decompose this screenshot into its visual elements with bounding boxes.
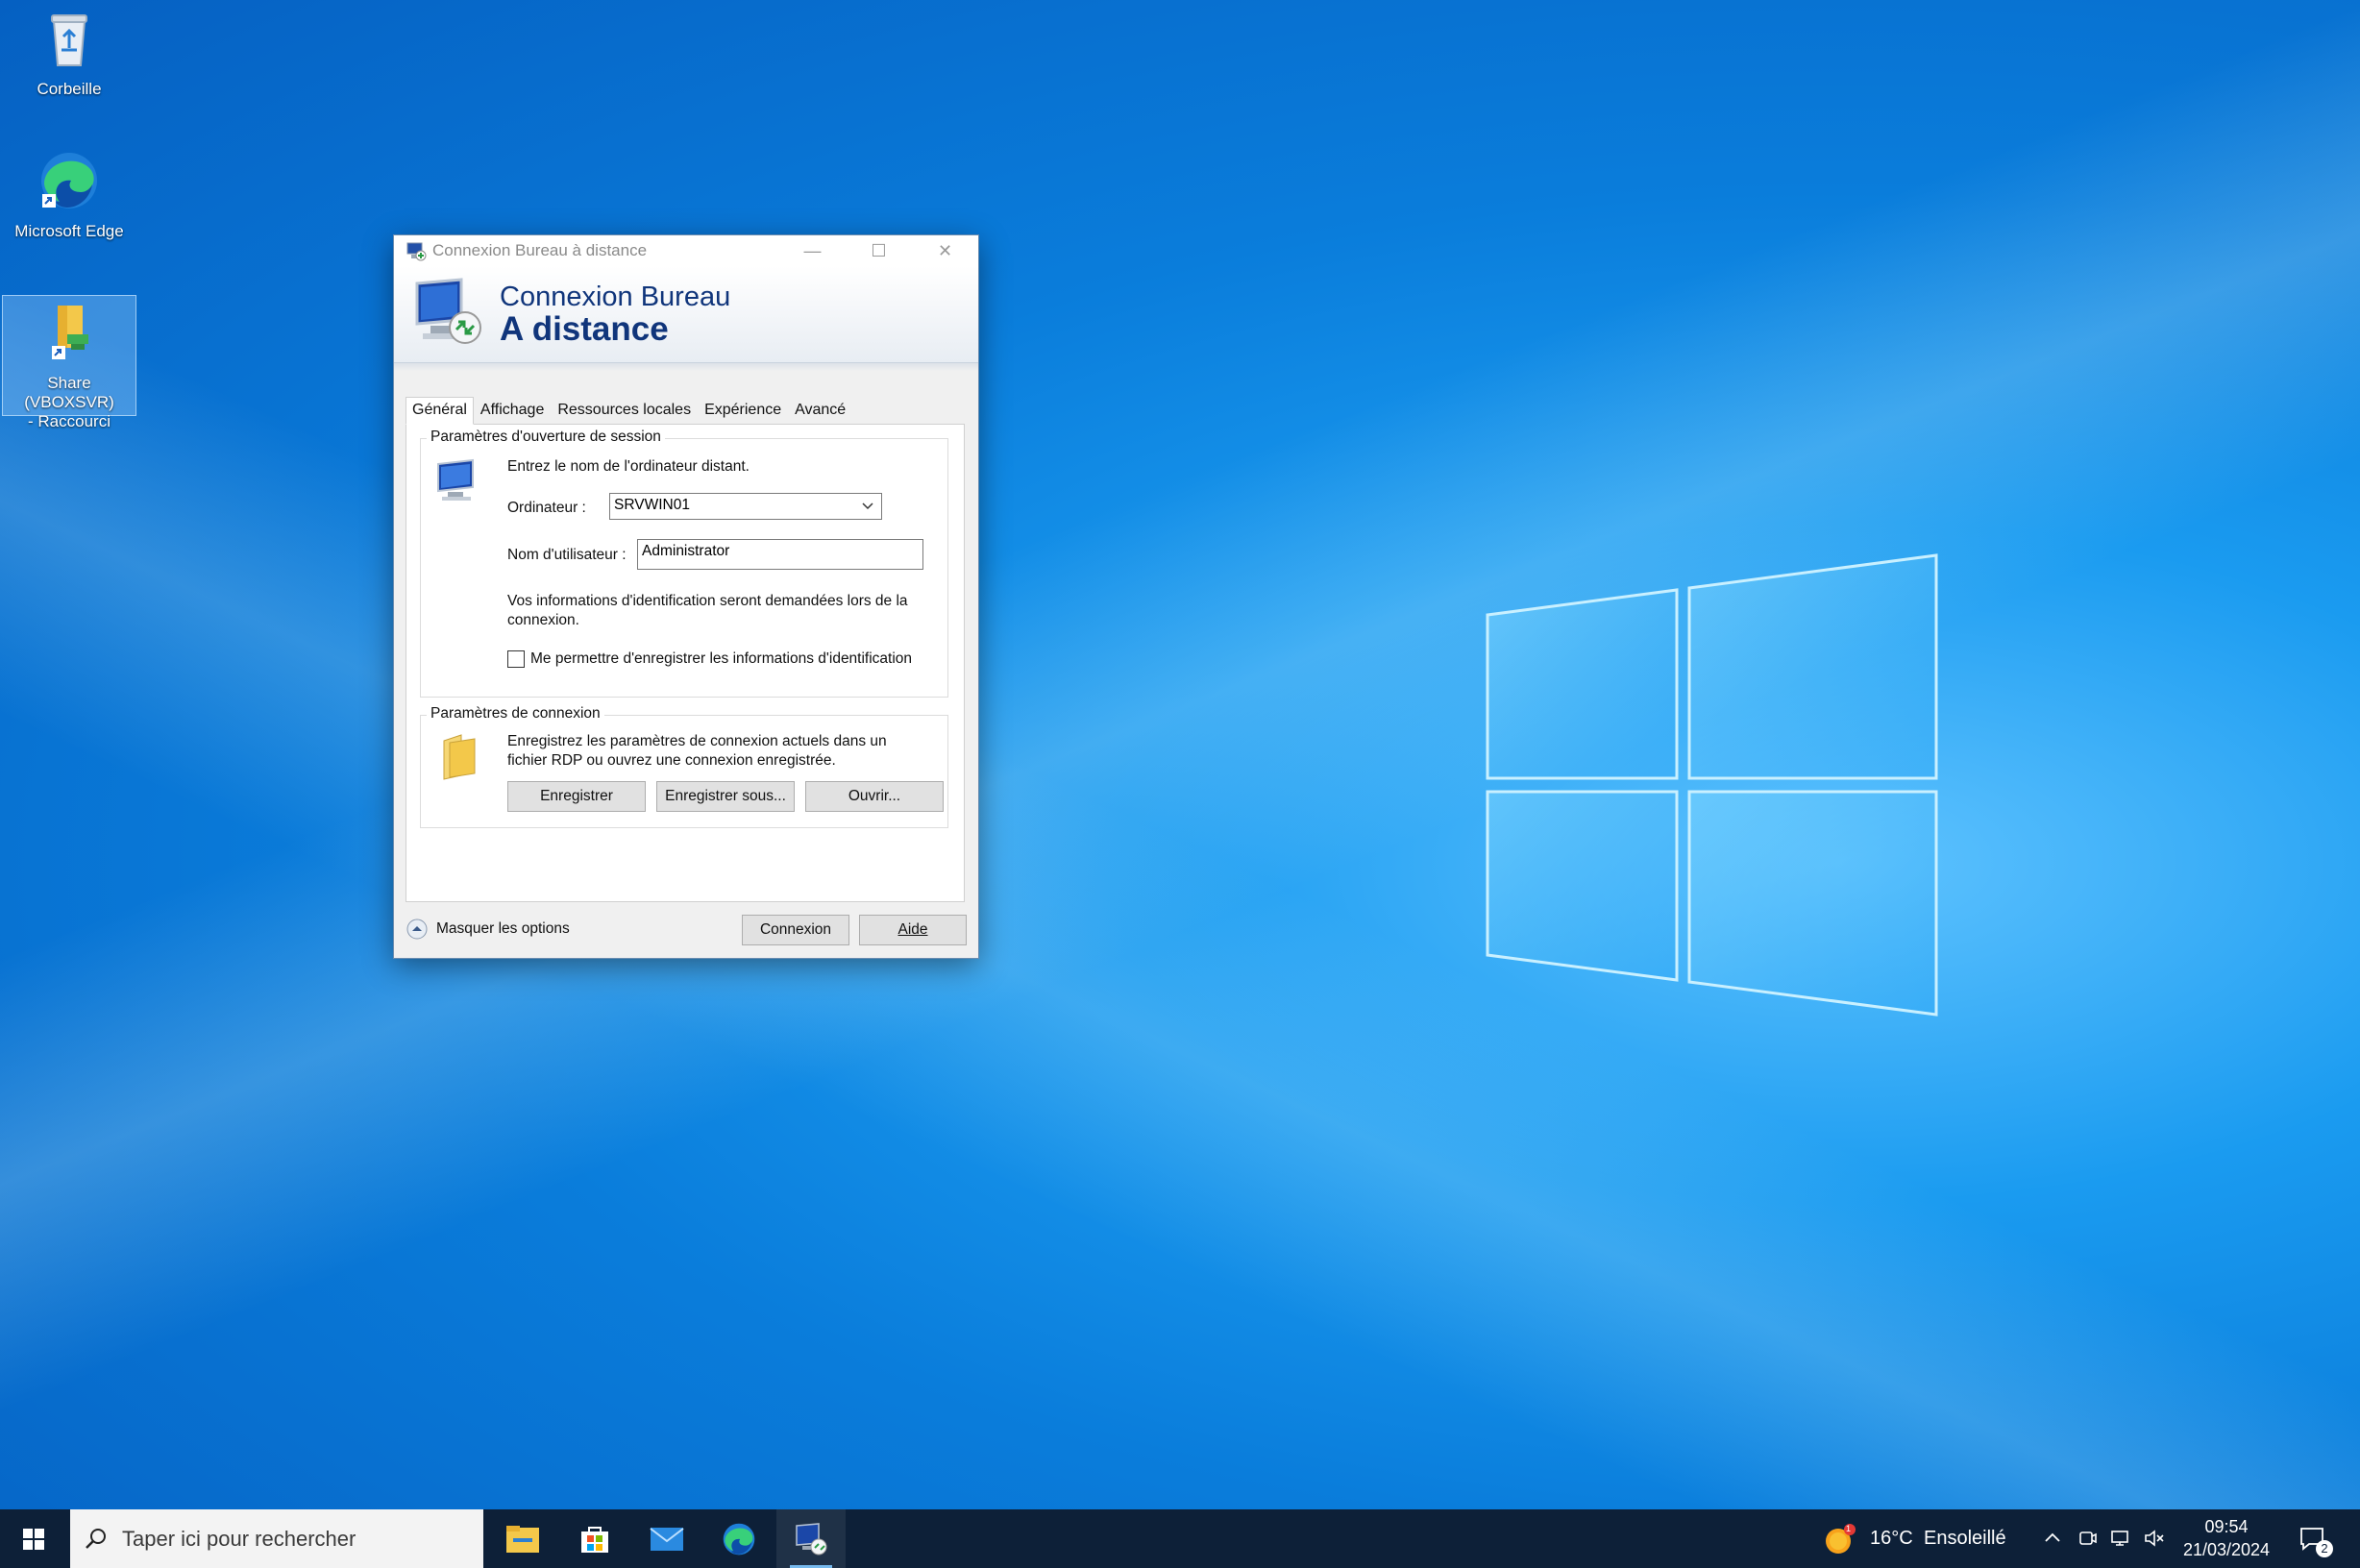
taskbar-mail[interactable]	[632, 1509, 701, 1568]
banner-title-line1: Connexion Bureau	[500, 282, 731, 312]
sun-icon	[1826, 1524, 1856, 1554]
taskbar-edge[interactable]	[704, 1509, 774, 1568]
close-button[interactable]: ✕	[912, 235, 978, 266]
file-explorer-icon	[506, 1525, 539, 1553]
hide-options-toggle[interactable]: Masquer les options	[406, 918, 570, 941]
start-button[interactable]	[0, 1509, 67, 1568]
connection-group-legend: Paramètres de connexion	[427, 705, 604, 723]
desktop-icon-edge[interactable]: Microsoft Edge	[2, 150, 136, 241]
taskbar-microsoft-store[interactable]	[560, 1509, 629, 1568]
taskbar-search-box[interactable]: Taper ici pour rechercher	[70, 1509, 483, 1568]
connection-description-line1: Enregistrez les paramètres de connexion …	[507, 733, 887, 749]
desktop-icon-label: Microsoft Edge	[14, 222, 124, 240]
tab-strip: Général Affichage Ressources locales Exp…	[406, 397, 852, 425]
connection-settings-group: Paramètres de connexion Enregistrez les …	[420, 705, 948, 828]
tab-avance[interactable]: Avancé	[788, 397, 852, 425]
tab-panel-general: Paramètres d'ouverture de session Entrez…	[406, 424, 965, 902]
folder-icon	[443, 734, 476, 780]
connect-button[interactable]: Connexion	[742, 915, 849, 945]
recycle-bin-icon	[51, 14, 87, 66]
chevron-up-icon[interactable]	[2041, 1527, 2064, 1550]
edge-icon	[723, 1523, 755, 1555]
search-icon	[86, 1528, 106, 1549]
clock-date: 21/03/2024	[2182, 1540, 2271, 1559]
open-button[interactable]: Ouvrir...	[805, 781, 944, 812]
save-credentials-label: Me permettre d'enregistrer les informati…	[530, 650, 913, 667]
remote-desktop-logo-icon	[415, 278, 481, 344]
remote-desktop-icon	[406, 242, 427, 261]
edge-icon	[41, 153, 97, 208]
meet-now-icon[interactable]	[2076, 1527, 2099, 1550]
taskbar-remote-desktop[interactable]	[776, 1509, 846, 1568]
instruction-text: Entrez le nom de l'ordinateur distant.	[507, 458, 750, 475]
title-bar[interactable]: Connexion Bureau à distance — ☐ ✕	[394, 235, 978, 266]
network-icon[interactable]	[2109, 1527, 2132, 1550]
volume-muted-icon[interactable]	[2143, 1527, 2166, 1550]
windows-start-icon	[23, 1528, 44, 1550]
username-label: Nom d'utilisateur :	[507, 547, 627, 563]
weather-badge: 1	[1846, 1524, 1852, 1533]
session-settings-group: Paramètres d'ouverture de session Entrez…	[420, 429, 948, 698]
chevron-up-circle-icon	[406, 919, 428, 940]
computer-icon	[437, 458, 474, 501]
session-group-legend: Paramètres d'ouverture de session	[427, 429, 665, 446]
taskbar-file-explorer[interactable]	[488, 1509, 557, 1568]
minimize-button[interactable]: —	[779, 235, 846, 266]
desktop-icon-label: Corbeille	[37, 80, 102, 98]
tab-ressources-locales[interactable]: Ressources locales	[551, 397, 698, 425]
maximize-button[interactable]: ☐	[846, 235, 912, 266]
desktop-icon-label: - Raccourci	[28, 412, 111, 430]
window-title: Connexion Bureau à distance	[432, 241, 648, 259]
desktop-icon-label: Share (VBOXSVR)	[24, 374, 114, 411]
chevron-down-icon	[862, 502, 873, 510]
username-field[interactable]: Administrator	[637, 539, 923, 570]
save-button[interactable]: Enregistrer	[507, 781, 646, 812]
notification-center-button[interactable]: 2	[2295, 1509, 2352, 1568]
desktop-icon-share-vboxsvr[interactable]: Share (VBOXSVR) - Raccourci	[2, 295, 136, 430]
banner-title-line2: A distance	[500, 310, 669, 348]
weather-condition: Ensoleillé	[1924, 1528, 2006, 1549]
hide-options-label: Masquer les options	[436, 920, 570, 937]
remote-desktop-dialog: Connexion Bureau à distance — ☐ ✕ Connex…	[394, 235, 978, 958]
weather-widget[interactable]: 1 16°C Ensoleillé	[1824, 1509, 2016, 1568]
weather-temperature: 16°C	[1870, 1528, 1913, 1549]
credentials-note-line2: connexion.	[507, 612, 579, 628]
tab-general[interactable]: Général	[406, 397, 474, 425]
microsoft-store-icon	[581, 1526, 608, 1553]
help-button[interactable]: Aide	[859, 915, 967, 945]
computer-value: SRVWIN01	[614, 497, 690, 513]
tab-experience[interactable]: Expérience	[698, 397, 788, 425]
dialog-banner: Connexion Bureau A distance	[394, 266, 978, 363]
notification-count: 2	[2316, 1540, 2333, 1557]
username-value: Administrator	[642, 543, 730, 559]
taskbar: Taper ici pour rechercher 1 16°C Ensolei…	[0, 1509, 2360, 1568]
desktop-icon-recycle-bin[interactable]: Corbeille	[2, 8, 136, 99]
windows-logo-wallpaper	[1486, 553, 1938, 1017]
credentials-note-line1: Vos informations d'identification seront…	[507, 593, 908, 609]
computer-label: Ordinateur :	[507, 500, 586, 516]
tab-affichage[interactable]: Affichage	[474, 397, 551, 425]
clock-time: 09:54	[2204, 1517, 2249, 1536]
computer-combobox[interactable]: SRVWIN01	[609, 493, 882, 520]
remote-desktop-icon	[796, 1522, 827, 1555]
mail-icon	[650, 1527, 684, 1551]
clock[interactable]: 09:54 21/03/2024	[2174, 1515, 2279, 1561]
save-credentials-checkbox[interactable]	[507, 650, 525, 668]
search-placeholder: Taper ici pour rechercher	[122, 1526, 356, 1551]
shared-folder-shortcut-icon	[52, 306, 88, 359]
save-as-button[interactable]: Enregistrer sous...	[656, 781, 795, 812]
connection-description-line2: fichier RDP ou ouvrez une connexion enre…	[507, 752, 836, 769]
